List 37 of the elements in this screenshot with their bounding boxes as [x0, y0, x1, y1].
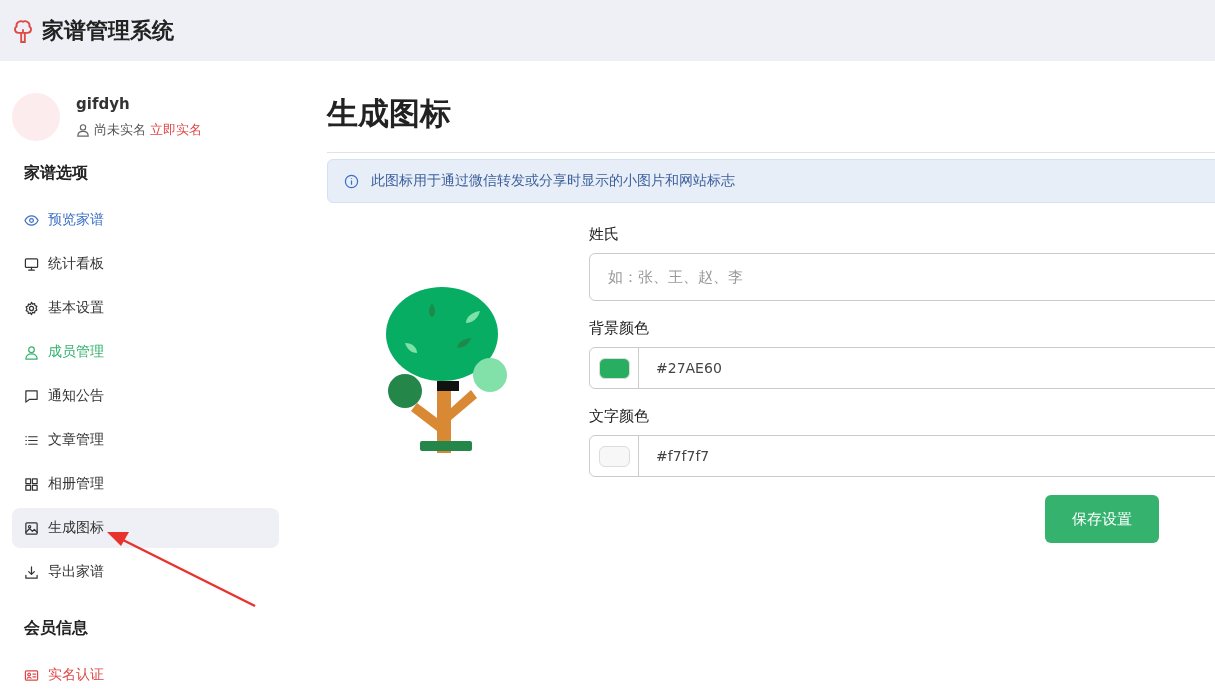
color-field[interactable]: #27AE60: [589, 347, 1215, 389]
tree-logo-icon: [12, 17, 34, 44]
verification-status: 尚未实名: [94, 121, 146, 139]
color-swatch[interactable]: [598, 357, 630, 379]
verify-link[interactable]: 立即实名: [150, 121, 202, 139]
person-icon: [76, 123, 90, 137]
sidebar-item[interactable]: 相册管理: [12, 464, 279, 504]
sidebar-item[interactable]: 统计看板: [12, 244, 279, 284]
eye-icon: [24, 212, 39, 228]
field-label: 姓氏: [589, 225, 620, 244]
monitor-icon: [24, 256, 39, 272]
sidebar-item[interactable]: 基本设置: [12, 288, 279, 328]
info-banner: 此图标用于通过微信转发或分享时显示的小图片和网站标志: [327, 159, 1215, 203]
surname-input[interactable]: 如：张、王、赵、李: [589, 253, 1215, 301]
field-label: 背景颜色: [589, 319, 650, 338]
sidebar-item[interactable]: 通知公告: [12, 376, 279, 416]
color-field[interactable]: #f7f7f7: [589, 435, 1215, 477]
field-label: 文字颜色: [589, 407, 650, 426]
image-icon: [24, 520, 39, 536]
color-swatch[interactable]: [598, 445, 630, 467]
id-card-icon: [24, 667, 39, 683]
person-icon: [24, 344, 39, 360]
app-title: 家谱管理系统: [42, 16, 174, 45]
section-heading: 会员信息: [23, 617, 89, 639]
settings-icon: [24, 300, 39, 316]
user-name: gifdyh: [76, 95, 131, 113]
download-icon: [24, 564, 39, 580]
sidebar-item[interactable]: 生成图标: [12, 508, 279, 548]
sidebar-item[interactable]: 导出家谱: [12, 552, 279, 592]
sidebar-item[interactable]: 文章管理: [12, 420, 279, 460]
info-icon: [344, 173, 359, 189]
sidebar-item[interactable]: 预览家谱: [12, 200, 279, 240]
chat-bubble-icon: [24, 388, 39, 404]
sidebar-item[interactable]: 实名认证: [12, 655, 279, 695]
grid-icon: [24, 476, 39, 492]
page-title: 生成图标: [327, 94, 452, 133]
section-heading: 家谱选项: [23, 162, 89, 184]
